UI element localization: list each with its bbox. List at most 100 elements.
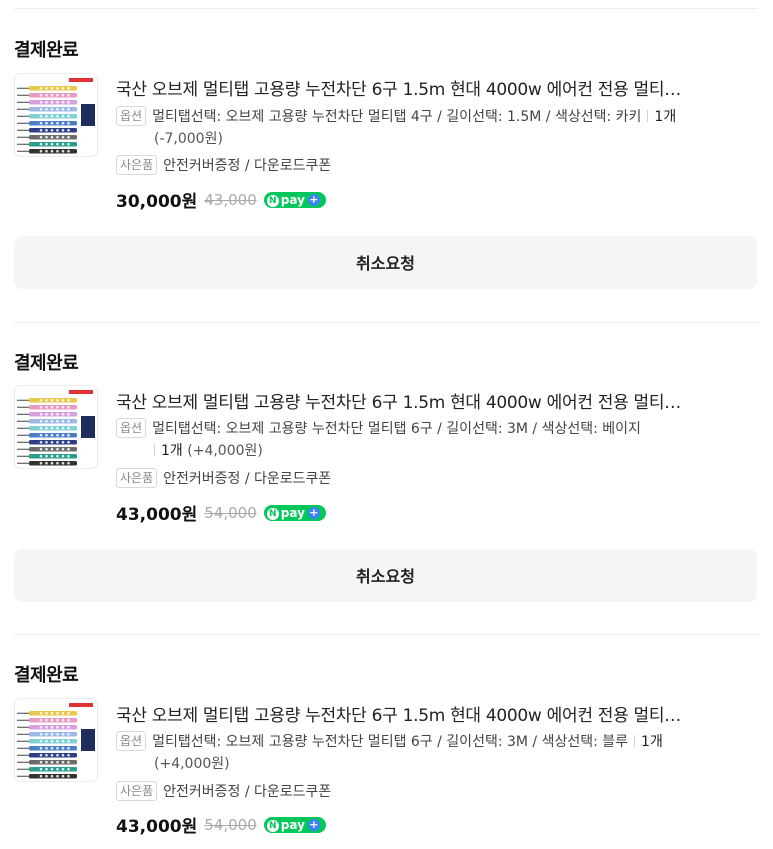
outlet-socket: [45, 93, 48, 97]
section-divider: [14, 634, 758, 635]
outlet-socket: [45, 100, 48, 104]
product-thumbnail[interactable]: [14, 698, 98, 782]
outlet-socket: [67, 149, 70, 153]
product-title[interactable]: 국산 오브제 멀티탭 고용량 누전차단 6구 1.5m 현대 4000w 에어컨…: [116, 701, 756, 726]
outlet-socket: [56, 774, 59, 778]
product-title[interactable]: 국산 오브제 멀티탭 고용량 누전차단 6구 1.5m 현대 4000w 에어컨…: [116, 75, 756, 100]
option-tag: 옵션: [116, 106, 147, 126]
outlet-socket: [56, 732, 59, 736]
outlet-socket: [45, 398, 48, 402]
outlet-socket: [50, 725, 54, 729]
product-thumbnail[interactable]: [14, 73, 98, 157]
cancel-request-button[interactable]: 취소요청: [14, 549, 757, 602]
outlet-socket: [50, 732, 54, 736]
outlet-socket: [50, 718, 54, 722]
outlet-socket: [56, 718, 59, 722]
option-row: 옵션 멀티탭선택: 오브제 고용량 누전차단 멀티탭 6구 / 길이선택: 3M …: [116, 731, 758, 775]
outlet-socket: [67, 760, 70, 764]
outlet-socket: [45, 746, 48, 750]
outlet-socket: [67, 405, 70, 409]
outlet-socket: [61, 774, 65, 778]
product-thumbnail[interactable]: [14, 385, 98, 469]
outlet-socket: [39, 454, 43, 458]
outlet-socket: [56, 753, 59, 757]
outlet-socket: [50, 711, 54, 715]
outlet-socket: [56, 447, 59, 451]
outlet-socket: [61, 447, 65, 451]
outlet-socket: [61, 739, 65, 743]
outlet-socket: [67, 767, 70, 771]
outlet-socket: [61, 767, 65, 771]
outlet-socket: [61, 121, 65, 125]
section-divider: [14, 8, 758, 9]
outlet-socket: [50, 149, 54, 153]
outlet-socket: [50, 86, 54, 90]
product-title[interactable]: 국산 오브제 멀티탭 고용량 누전차단 6구 1.5m 현대 4000w 에어컨…: [116, 388, 756, 413]
outlet-socket: [50, 447, 54, 451]
outlet-socket: [50, 100, 54, 104]
outlet-socket: [50, 405, 54, 409]
outlet-socket: [61, 746, 65, 750]
outlet-socket: [39, 440, 43, 444]
gift-tag: 사은품: [116, 468, 158, 488]
outlet-socket: [61, 426, 65, 430]
section-divider: [14, 322, 758, 323]
outlet-socket: [67, 774, 70, 778]
outlet-socket: [56, 433, 59, 437]
outlet-socket: [56, 725, 59, 729]
outlet-socket: [61, 128, 65, 132]
outlet-socket: [56, 739, 59, 743]
outlet-socket: [67, 454, 70, 458]
cancel-request-button[interactable]: 취소요청: [14, 236, 757, 289]
outlet-socket: [56, 461, 59, 465]
outlet-socket: [50, 135, 54, 139]
outlet-socket: [45, 121, 48, 125]
outlet-socket: [56, 93, 59, 97]
outlet-socket: [61, 725, 65, 729]
outlet-socket: [50, 753, 54, 757]
outlet-socket: [39, 107, 43, 111]
outlet-socket: [50, 114, 54, 118]
outlet-socket: [50, 760, 54, 764]
package-box: [81, 729, 95, 751]
outlet-socket: [39, 746, 43, 750]
outlet-socket: [45, 440, 48, 444]
outlet-socket: [45, 454, 48, 458]
package-box: [81, 104, 95, 126]
outlet-socket: [56, 711, 59, 715]
outlet-socket: [61, 100, 65, 104]
outlet-socket: [50, 433, 54, 437]
outlet-socket: [56, 135, 59, 139]
naver-pay-plus-icon: Npay +: [263, 816, 326, 833]
outlet-socket: [39, 732, 43, 736]
outlet-socket: [61, 405, 65, 409]
outlet-socket: [61, 135, 65, 139]
outlet-socket: [67, 433, 70, 437]
outlet-socket: [39, 461, 43, 465]
outlet-socket: [50, 440, 54, 444]
package-box: [81, 416, 95, 438]
option-text: 멀티탭선택: 오브제 고용량 누전차단 멀티탭 6구 / 길이선택: 3M / …: [152, 734, 629, 750]
outlet-socket: [56, 398, 59, 402]
outlet-socket: [45, 86, 48, 90]
separator: [647, 110, 649, 122]
outlet-socket: [45, 461, 48, 465]
outlet-socket: [45, 107, 48, 111]
price-row: 30,000원 43,000 Npay +: [116, 187, 326, 212]
outlet-socket: [67, 753, 70, 757]
outlet-socket: [61, 142, 65, 146]
option-text: 멀티탭선택: 오브제 고용량 누전차단 멀티탭 6구 / 길이선택: 3M / …: [152, 421, 641, 437]
outlet-socket: [61, 461, 65, 465]
outlet-socket: [56, 440, 59, 444]
outlet-socket: [50, 746, 54, 750]
option-extra-price: (-7,000원): [154, 131, 223, 147]
quantity: 1개: [641, 734, 663, 750]
outlet-socket: [56, 405, 59, 409]
outlet-socket: [56, 149, 59, 153]
outlet-socket: [61, 711, 65, 715]
outlet-socket: [67, 718, 70, 722]
outlet-socket: [56, 121, 59, 125]
outlet-socket: [39, 718, 43, 722]
brand-mark: [69, 703, 93, 707]
outlet-socket: [61, 753, 65, 757]
